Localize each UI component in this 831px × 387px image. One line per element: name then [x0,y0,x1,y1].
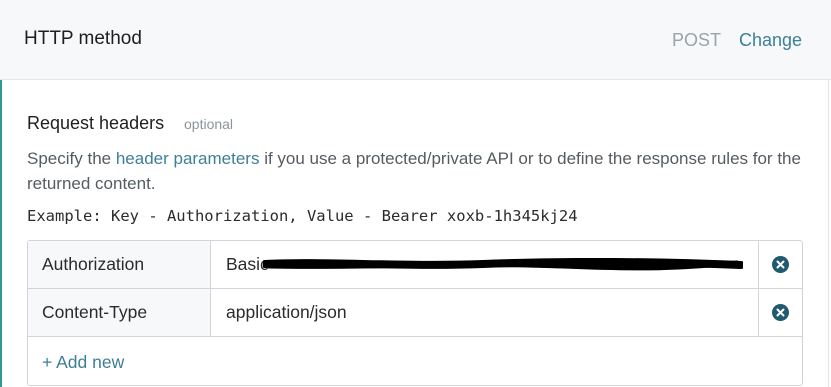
request-headers-description: Specify the header parameters if you use… [27,146,817,196]
close-circle-icon [772,256,789,273]
header-row: Authorization Basic [28,241,802,289]
optional-label: optional [184,116,234,132]
headers-table: Authorization Basic Content-Type applica… [27,240,803,386]
http-method-bar: HTTP method POST Change [0,0,831,80]
header-key-field[interactable]: Content-Type [28,289,211,336]
header-row: Content-Type application/json [28,289,802,337]
header-parameters-link[interactable]: header parameters [116,149,260,168]
description-text-start: Specify the [27,149,116,168]
example-text: Example: Key - Authorization, Value - Be… [27,207,578,225]
header-value-field[interactable]: Basic [211,241,759,288]
change-method-link[interactable]: Change [739,30,802,51]
http-method-value: POST [672,30,722,50]
remove-header-button[interactable] [759,241,802,288]
request-headers-title: Request headers [27,113,165,133]
header-value-field[interactable]: application/json [211,289,759,336]
http-method-title: HTTP method [24,28,142,49]
remove-header-button[interactable] [759,289,802,336]
add-new-header-button[interactable]: + Add new [42,352,124,373]
header-key-field[interactable]: Authorization [28,241,211,288]
redacted-value-scribble [263,258,743,271]
close-circle-icon [772,304,789,321]
